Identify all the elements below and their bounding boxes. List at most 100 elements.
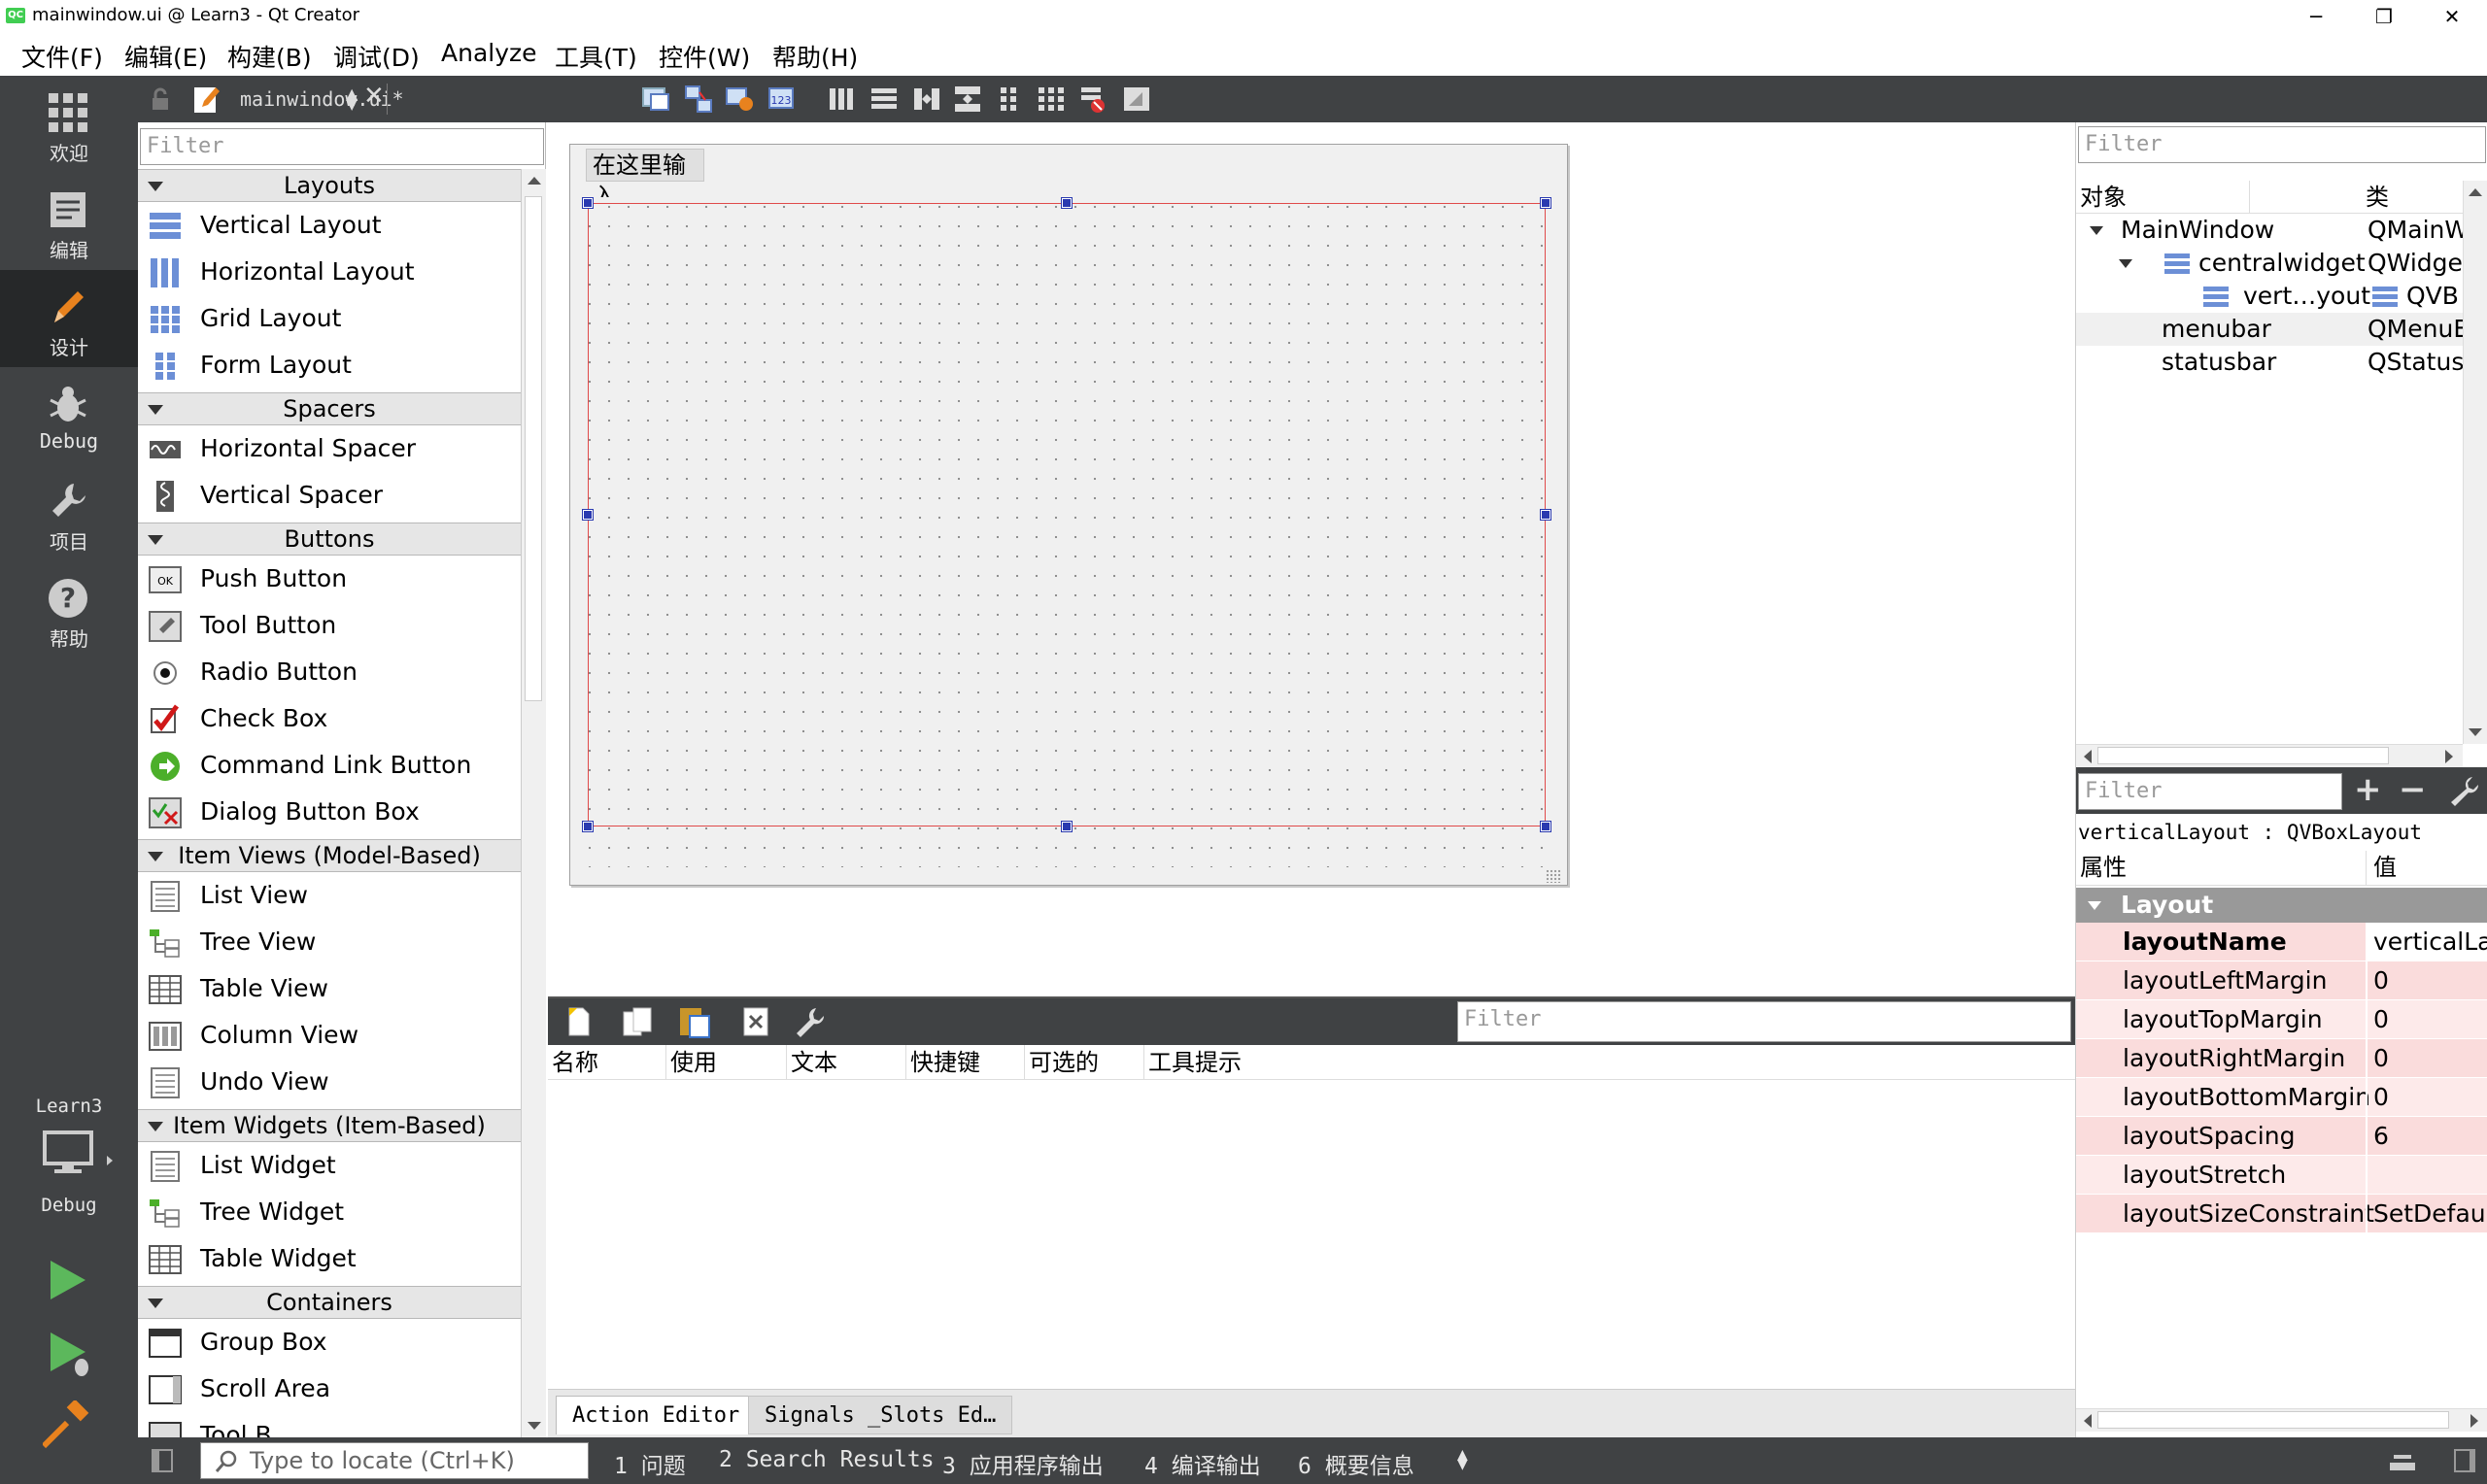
- menu-build[interactable]: 构建(B): [227, 39, 312, 74]
- widget-filter-input[interactable]: Filter: [140, 128, 544, 165]
- edit-buddies-icon[interactable]: [725, 84, 756, 114]
- scroll-down-arrow-icon[interactable]: [528, 1422, 541, 1430]
- property-row-layouttopmargin[interactable]: layoutTopMargin 0: [2076, 1000, 2487, 1039]
- property-hscrollbar[interactable]: [2076, 1408, 2487, 1432]
- scroll-thumb[interactable]: [525, 196, 542, 701]
- widget-item-list-widget[interactable]: List Widget: [138, 1142, 521, 1189]
- property-value[interactable]: 0: [2373, 1078, 2389, 1117]
- break-layout-icon[interactable]: [1078, 84, 1109, 114]
- output-pane-application-output[interactable]: 3 应用程序输出: [942, 1447, 1104, 1480]
- layout-horizontal-icon[interactable]: [826, 84, 857, 114]
- property-value[interactable]: 0: [2373, 1039, 2389, 1078]
- scroll-right-arrow-icon[interactable]: [2470, 1414, 2478, 1428]
- widget-item-radio-button[interactable]: Radio Button: [138, 649, 521, 695]
- edit-widgets-icon[interactable]: [641, 84, 672, 114]
- configure-action-icon[interactable]: [793, 1004, 826, 1039]
- toggle-sidebar-icon[interactable]: [152, 1449, 173, 1472]
- mode-debug[interactable]: Debug: [0, 367, 138, 464]
- resize-handle[interactable]: [1061, 821, 1073, 832]
- vertical-layout-frame[interactable]: [588, 203, 1546, 826]
- resize-handle[interactable]: [1540, 509, 1551, 521]
- expand-arrow-icon[interactable]: [2119, 259, 2132, 268]
- column-header-text[interactable]: 文本: [787, 1045, 906, 1080]
- column-header-value[interactable]: 值: [2373, 851, 2397, 884]
- property-row-layoutstretch[interactable]: layoutStretch: [2076, 1156, 2487, 1195]
- widget-item-dialog-button-box[interactable]: Dialog Button Box: [138, 789, 521, 835]
- scroll-thumb[interactable]: [2097, 747, 2389, 764]
- adjust-size-icon[interactable]: [1121, 84, 1152, 114]
- add-property-icon[interactable]: +: [2354, 771, 2382, 808]
- layout-splitter-horizontal-icon[interactable]: [911, 84, 942, 114]
- widget-item-table-widget[interactable]: Table Widget: [138, 1235, 521, 1282]
- copy-action-icon[interactable]: [622, 1006, 655, 1037]
- scroll-left-arrow-icon[interactable]: [2084, 750, 2092, 763]
- run-icon[interactable]: [47, 1257, 89, 1303]
- more-panes-icon[interactable]: ▲ ▼: [1457, 1448, 1468, 1471]
- configure-icon[interactable]: [2449, 775, 2480, 806]
- debug-run-icon[interactable]: [47, 1329, 93, 1379]
- column-header-used[interactable]: 使用: [666, 1045, 787, 1080]
- minimize-button[interactable]: ─: [2287, 0, 2345, 33]
- layout-vertical-icon[interactable]: [869, 84, 900, 114]
- monitor-icon[interactable]: [43, 1130, 93, 1177]
- layout-form-icon[interactable]: [993, 84, 1024, 114]
- edit-tab-order-icon[interactable]: 123: [767, 84, 799, 114]
- menu-help[interactable]: 帮助(H): [772, 39, 858, 74]
- scroll-down-arrow-icon[interactable]: [2469, 728, 2482, 736]
- resize-handle[interactable]: [1061, 197, 1073, 209]
- property-row-layoutspacing[interactable]: layoutSpacing 6: [2076, 1117, 2487, 1156]
- property-row-layoutname[interactable]: layoutNameverticalLay: [2076, 923, 2487, 961]
- mode-welcome[interactable]: 欢迎: [0, 76, 138, 173]
- progress-details-icon[interactable]: [2388, 1447, 2417, 1474]
- file-switch-icon[interactable]: ▲ ▼: [346, 86, 358, 112]
- widget-item-horizontal-spacer[interactable]: Horizontal Spacer: [138, 425, 521, 472]
- output-pane-issues[interactable]: 1 问题: [614, 1447, 686, 1480]
- menu-tools[interactable]: 工具(T): [555, 39, 637, 74]
- mode-projects[interactable]: 项目: [0, 464, 138, 561]
- widget-item-form-layout[interactable]: Form Layout: [138, 342, 521, 388]
- widget-item-list-view[interactable]: List View: [138, 872, 521, 919]
- menu-file[interactable]: 文件(F): [21, 39, 103, 74]
- widget-box-scrollbar[interactable]: [521, 169, 546, 1437]
- property-value[interactable]: 0: [2373, 1000, 2389, 1039]
- remove-property-icon[interactable]: −: [2399, 771, 2427, 808]
- category-spacers[interactable]: Spacers: [138, 392, 521, 425]
- action-filter-input[interactable]: Filter: [1457, 1001, 2071, 1042]
- property-row-layoutsizeconstraint[interactable]: layoutSizeConstraintSetDefault: [2076, 1195, 2487, 1233]
- widget-item-column-view[interactable]: Column View: [138, 1012, 521, 1059]
- tree-row-verticallayout[interactable]: vert…yout QVB: [2076, 280, 2463, 313]
- widget-item-vertical-spacer[interactable]: Vertical Spacer: [138, 472, 521, 519]
- widget-item-horizontal-layout[interactable]: Horizontal Layout: [138, 249, 521, 295]
- property-value[interactable]: 6: [2373, 1117, 2389, 1156]
- resize-handle[interactable]: [582, 197, 594, 209]
- mode-help[interactable]: ? 帮助: [0, 561, 138, 658]
- category-layouts[interactable]: Layouts: [138, 169, 521, 202]
- edit-signals-slots-icon[interactable]: [684, 84, 715, 114]
- property-row-layoutleftmargin[interactable]: layoutLeftMargin 0: [2076, 961, 2487, 1000]
- widget-item-undo-view[interactable]: Undo View: [138, 1059, 521, 1105]
- widget-item-scroll-area[interactable]: Scroll Area: [138, 1366, 521, 1412]
- widget-item-tree-view[interactable]: Tree View: [138, 919, 521, 965]
- output-pane-general-messages[interactable]: 6 概要信息: [1298, 1447, 1414, 1480]
- delete-action-icon[interactable]: [742, 1006, 769, 1037]
- category-item-widgets[interactable]: Item Widgets (Item-Based): [138, 1109, 521, 1142]
- resize-handle[interactable]: [1540, 197, 1551, 209]
- close-document-icon[interactable]: ✕: [363, 82, 385, 111]
- column-header-name[interactable]: 名称: [548, 1045, 666, 1080]
- property-section-layout[interactable]: Layout: [2076, 888, 2487, 923]
- property-filter-input[interactable]: Filter: [2078, 773, 2342, 810]
- type-here-menu-item[interactable]: 在这里输入: [586, 149, 704, 210]
- tree-row-statusbar[interactable]: statusbar QStatusI: [2076, 346, 2471, 379]
- property-value[interactable]: verticalLay: [2368, 923, 2487, 961]
- toggle-right-sidebar-icon[interactable]: [2454, 1449, 2475, 1472]
- layout-grid-icon[interactable]: [1036, 84, 1067, 114]
- close-button[interactable]: ✕: [2423, 0, 2481, 33]
- menu-analyze[interactable]: Analyze: [441, 39, 537, 67]
- tree-row-mainwindow[interactable]: MainWindow QMainW: [2076, 214, 2469, 247]
- collapse-arrow-icon[interactable]: [2088, 901, 2101, 910]
- property-value[interactable]: 0: [2373, 961, 2389, 1000]
- column-header-tooltip[interactable]: 工具提示: [1144, 1045, 2075, 1080]
- object-filter-input[interactable]: Filter: [2078, 126, 2486, 163]
- category-item-views[interactable]: Item Views (Model-Based): [138, 839, 521, 872]
- resize-handle[interactable]: [582, 509, 594, 521]
